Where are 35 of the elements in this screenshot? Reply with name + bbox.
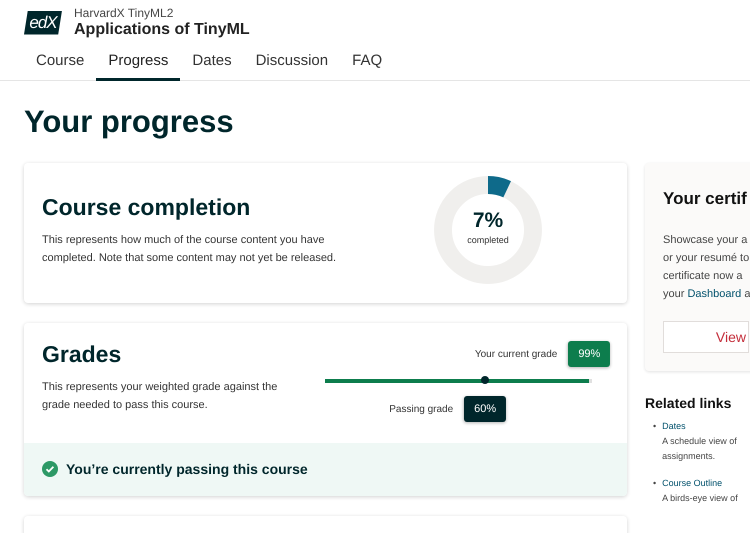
completion-caption: completed	[466, 235, 510, 245]
logo[interactable]: edX	[24, 10, 62, 34]
nav-tab[interactable]: Dates	[180, 47, 244, 81]
nav-tab[interactable]: FAQ	[340, 47, 394, 81]
link-description: A schedule view of	[662, 435, 737, 448]
related-link[interactable]: Course Outline	[662, 476, 722, 491]
dashboard-link[interactable]: Dashboard	[687, 288, 742, 300]
card-title: Grades	[42, 341, 122, 368]
list-bullet: •	[653, 477, 656, 490]
course-org: HarvardX TinyML2	[74, 6, 174, 20]
certificate-text: Showcase your a	[663, 233, 748, 248]
course-title: Applications of TinyML	[74, 20, 250, 39]
list-bullet: •	[653, 420, 656, 433]
view-button[interactable]: View	[663, 321, 749, 353]
page-title: Your progress	[24, 103, 235, 141]
nav-tab[interactable]: Discussion	[244, 47, 340, 81]
passing-grade-label: Passing grade	[389, 404, 454, 415]
card-description: This represents your weighted grade against the grade needed to pass this course.	[42, 380, 278, 413]
link-description: A birds-eye view of	[662, 492, 738, 505]
card-title: Course completion	[42, 194, 252, 220]
link-description: assignments.	[662, 450, 716, 463]
certificate-text: certificate now a	[663, 269, 744, 284]
certificate-text: or your resumé to	[663, 251, 750, 266]
card-description: This represents how much of the course content you have completed. Note that some content may not yet be released.	[42, 232, 338, 266]
passing-status: You’re currently passing this course	[66, 461, 308, 477]
passing-grade-tooltip: 60%	[464, 396, 506, 422]
nav-tab[interactable]: Progress	[96, 47, 180, 81]
current-grade-tooltip: 99%	[568, 341, 610, 367]
nav-tab[interactable]: Course	[24, 47, 96, 81]
related-links-title: Related links	[645, 395, 732, 411]
related-link[interactable]: Dates	[662, 419, 686, 434]
completion-percent: 7%	[472, 209, 504, 233]
current-grade-label: Your current grade	[474, 349, 558, 360]
certificate-title: Your certif	[663, 189, 748, 209]
certificate-text: your Dashboard a	[663, 287, 750, 302]
